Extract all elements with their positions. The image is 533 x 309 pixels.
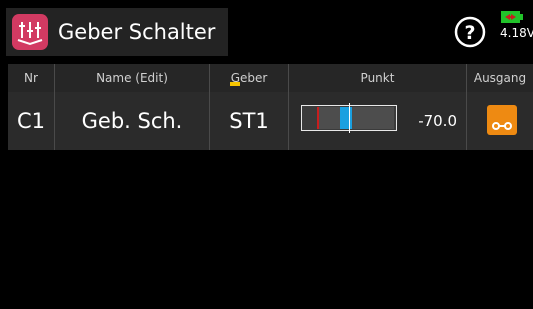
name-edit-field[interactable]: Geb. Sch. — [55, 92, 210, 150]
column-header-ausgang: Ausgang — [473, 71, 527, 85]
switch-point-fill — [317, 107, 394, 129]
battery-voltage: 4.18V — [500, 26, 533, 40]
column-header-geber: Geber — [210, 64, 289, 92]
output-cell[interactable] — [467, 92, 533, 150]
page-title: Geber Schalter — [58, 20, 216, 44]
battery-icon — [501, 9, 523, 23]
switch-point-cell[interactable]: -70.0 — [289, 92, 467, 150]
control-position-marker — [340, 107, 352, 129]
switch-point-bar — [301, 103, 397, 133]
switch-point-value: -70.0 — [418, 112, 457, 130]
mixer-sliders-icon[interactable] — [12, 14, 48, 50]
edit-cursor — [230, 82, 240, 86]
center-line — [349, 103, 350, 133]
control-select[interactable]: ST1 — [210, 92, 289, 150]
table-header: Nr Name (Edit) Geber Punkt Ausgang — [8, 64, 533, 92]
title-bar: Geber Schalter — [6, 8, 228, 56]
switch-icon[interactable] — [487, 105, 517, 135]
help-circle-icon[interactable]: ? — [454, 16, 486, 48]
column-header-nr: Nr — [8, 64, 55, 92]
svg-text:?: ? — [464, 22, 475, 44]
column-header-name: Name (Edit) — [55, 64, 210, 92]
table-row: C1 Geb. Sch. ST1 -70.0 — [8, 92, 533, 150]
header-bar: Geber Schalter ? 4.18V — [0, 0, 533, 64]
column-header-punkt: Punkt — [289, 64, 467, 92]
row-number: C1 — [8, 92, 55, 150]
switch-point-marker — [317, 107, 319, 129]
